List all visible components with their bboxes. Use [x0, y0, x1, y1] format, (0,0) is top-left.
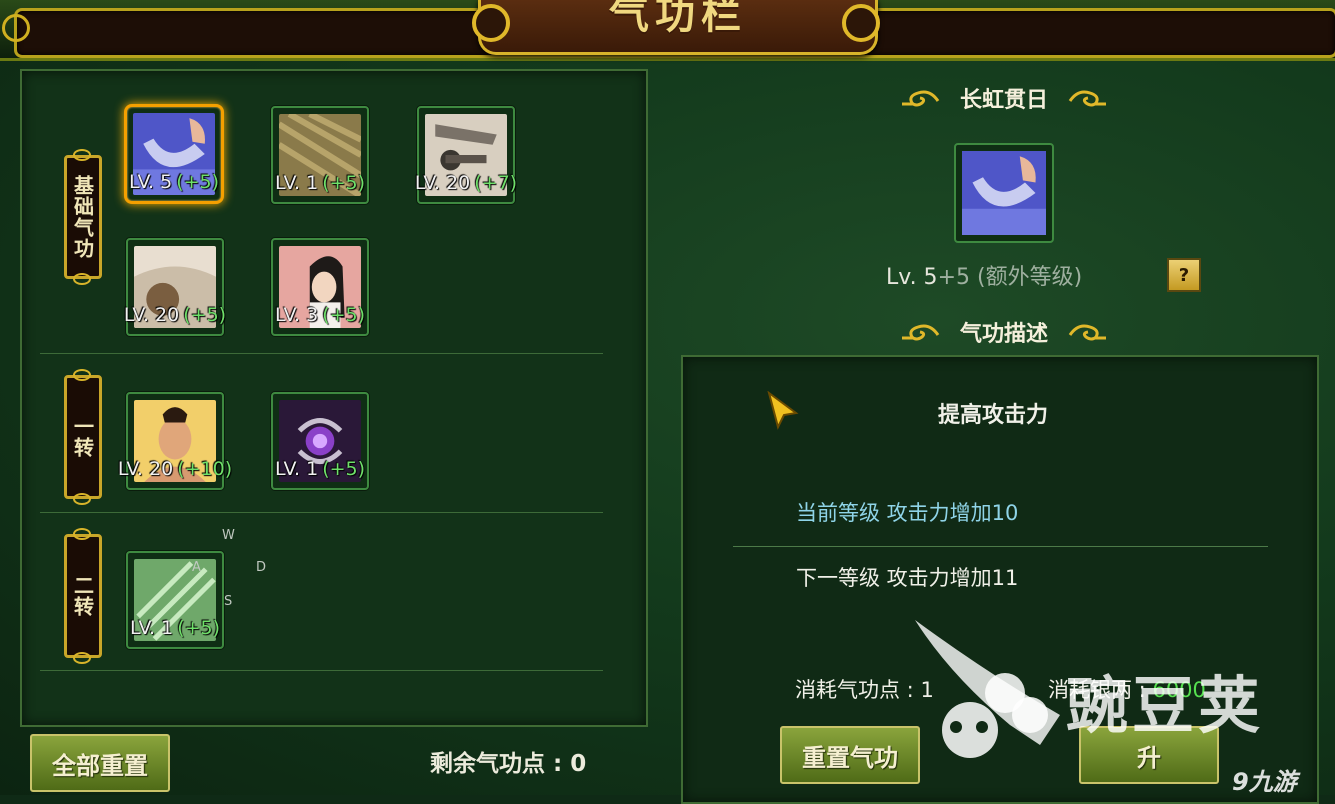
- row-label-first-rebirth: 一转: [64, 369, 102, 505]
- skill-level: LV. 20: [414, 172, 471, 194]
- reset-skill-button[interactable]: 重置气功: [780, 726, 920, 784]
- next-level-effect: 下一等级 攻击力增加11: [796, 566, 1019, 590]
- description-text: 提高攻击力: [938, 403, 1049, 428]
- title-plaque: 气功栏: [478, 0, 878, 55]
- window-title: 气功栏: [609, 0, 747, 38]
- skill-level: LV. 1: [274, 172, 319, 194]
- cost-points-label: 消耗气功点 :: [795, 678, 914, 702]
- level-bonus: +5 (额外等级): [937, 265, 1083, 290]
- skill-slot[interactable]: LV. 1 (+5): [126, 551, 224, 649]
- description-heading: 气功描述: [959, 322, 1048, 347]
- overlay-key-label: D: [256, 560, 267, 575]
- remaining-points: 剩余气功点 : 0: [430, 751, 587, 777]
- help-button[interactable]: ?: [1167, 258, 1201, 292]
- row-divider: [40, 353, 603, 354]
- description-header: 气功描述: [884, 314, 1124, 350]
- skill-slot[interactable]: LV. 20 (+7): [414, 106, 518, 204]
- blade-swing-icon: [962, 151, 1046, 235]
- watermark-subtext: 9九游: [1232, 768, 1297, 796]
- mouse-cursor-icon: [767, 391, 799, 430]
- watermark-text: 豌豆荚: [1066, 669, 1265, 742]
- cloud-ornament-icon: [900, 87, 940, 109]
- selected-skill-icon: [954, 143, 1054, 243]
- skill-bonus: (+5): [183, 304, 227, 326]
- row-divider: [40, 512, 603, 513]
- row-divider: [40, 670, 603, 671]
- current-level-effect: 当前等级 攻击力增加10: [796, 501, 1019, 525]
- cost-points: 消耗气功点 : 1: [795, 674, 934, 704]
- skill-level: LV. 1: [274, 458, 319, 480]
- skill-level: LV. 5: [128, 171, 173, 193]
- skill-slot[interactable]: LV. 20 (+10): [118, 392, 232, 490]
- skill-bonus: (+5): [177, 617, 221, 639]
- title-bar: 气功栏: [0, 0, 1335, 61]
- skill-slot[interactable]: LV. 20 (+5): [123, 238, 227, 336]
- level-text: Lv. 5: [886, 265, 938, 290]
- cloud-ornament-icon: [1068, 87, 1108, 109]
- skill-level: LV. 3: [274, 304, 319, 326]
- skill-bonus: (+5): [176, 171, 220, 193]
- skill-bonus: (+5): [322, 172, 366, 194]
- row-label-basic: 基础气功: [64, 149, 102, 285]
- skill-name-header: 长虹贯日: [884, 80, 1124, 116]
- title-ornament-right-icon: [842, 4, 880, 42]
- description-divider: [733, 546, 1268, 547]
- title-ornament-left-icon: [472, 4, 510, 42]
- skill-slot[interactable]: LV. 1 (+5): [271, 392, 369, 490]
- skill-slot[interactable]: LV. 1 (+5): [271, 106, 369, 204]
- skill-level: LV. 20: [123, 304, 180, 326]
- overlay-key-label: A: [192, 560, 201, 575]
- row-label-second-rebirth: 二转: [64, 528, 102, 664]
- reset-all-button[interactable]: 全部重置: [30, 734, 170, 792]
- skill-bonus: (+5): [322, 458, 366, 480]
- skill-slot[interactable]: LV. 3 (+5): [271, 238, 369, 336]
- overlay-key-label: S: [224, 594, 233, 609]
- overlay-key-label: W: [222, 528, 235, 543]
- cloud-ornament-icon: [900, 321, 940, 343]
- cost-points-value: 1: [920, 678, 934, 702]
- corner-ornament-icon: [2, 14, 30, 42]
- skill-level-info: Lv. 5+5 (额外等级): [886, 259, 1082, 291]
- cloud-ornament-icon: [1068, 321, 1108, 343]
- skill-bonus: (+10): [177, 458, 233, 480]
- skill-level: LV. 1: [129, 617, 174, 639]
- skill-bonus: (+5): [322, 304, 366, 326]
- skill-slot-selected[interactable]: LV. 5 (+5): [124, 104, 224, 204]
- skill-level: LV. 20: [117, 458, 174, 480]
- skill-name: 长虹贯日: [959, 88, 1048, 113]
- skill-bonus: (+7): [474, 172, 518, 194]
